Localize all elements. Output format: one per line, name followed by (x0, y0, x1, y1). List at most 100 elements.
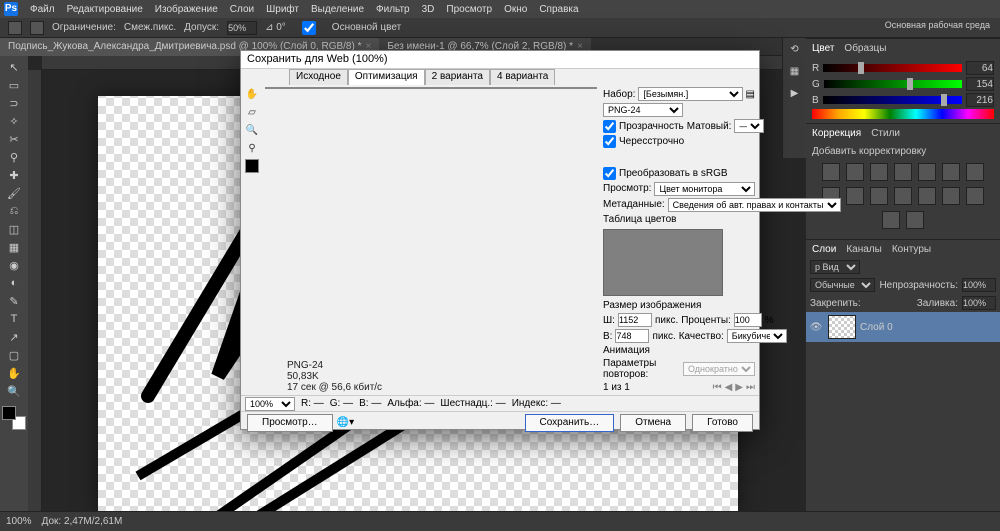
menu-item[interactable]: Изображение (155, 4, 218, 15)
preview-area[interactable] (265, 87, 597, 89)
menu-item[interactable]: 3D (422, 4, 435, 15)
tab-color[interactable]: Цвет (812, 43, 834, 54)
layer-name[interactable]: Слой 0 (860, 322, 893, 333)
matte-select[interactable]: — (734, 119, 764, 133)
color-ramp[interactable] (812, 109, 994, 119)
layer-row[interactable]: 👁 Слой 0 (806, 312, 1000, 342)
transparency-check[interactable] (603, 120, 616, 133)
preset-select[interactable]: [Безымян.] (638, 87, 742, 101)
heal-tool[interactable]: ✚ (2, 166, 26, 184)
layer-filter[interactable]: р Вид (810, 260, 860, 274)
tab-styles[interactable]: Стили (871, 128, 900, 139)
layer-thumb[interactable] (828, 315, 856, 339)
r-input[interactable] (966, 61, 994, 75)
gradient-tool[interactable]: ▦ (2, 238, 26, 256)
adj-icon[interactable] (942, 163, 960, 181)
menu-item[interactable]: Выделение (311, 4, 364, 15)
marquee-tool[interactable]: ▭ (2, 76, 26, 94)
r-slider[interactable] (823, 64, 962, 72)
tab-channels[interactable]: Каналы (846, 244, 882, 255)
visibility-icon[interactable]: 👁 (808, 322, 824, 333)
zoom-tool-icon[interactable]: 🔍 (244, 123, 260, 139)
shape-tool[interactable]: ▢ (2, 346, 26, 364)
blend-mode[interactable]: Обычные (810, 278, 875, 292)
opacity-input[interactable] (962, 278, 996, 292)
tab-paths[interactable]: Контуры (892, 244, 931, 255)
move-tool[interactable]: ↖ (2, 58, 26, 76)
eyedrop-icon[interactable]: ⚲ (244, 141, 260, 157)
play-icon[interactable]: ▶ (785, 84, 805, 104)
menu-icon[interactable]: ▤ (746, 89, 755, 100)
angle-value[interactable]: ⊿ 0° (265, 22, 286, 33)
tab-layers[interactable]: Слои (812, 244, 836, 255)
history-icon[interactable]: ⟲ (785, 40, 805, 60)
type-tool[interactable]: T (2, 310, 26, 328)
adj-icon[interactable] (870, 163, 888, 181)
slice-tool-icon[interactable]: ▱ (244, 105, 260, 121)
b-input[interactable] (966, 93, 994, 107)
adj-icon[interactable] (966, 163, 984, 181)
done-button[interactable]: Готово (692, 414, 753, 432)
adj-icon[interactable] (966, 187, 984, 205)
stamp-tool[interactable]: ⎌ (2, 202, 26, 220)
brush-tool[interactable]: 🖌 (2, 184, 26, 202)
height-input[interactable] (615, 329, 649, 343)
menu-item[interactable]: Просмотр (446, 4, 492, 15)
menu-item[interactable]: Окно (504, 4, 527, 15)
zoom-level[interactable]: 100% (6, 516, 32, 527)
adj-icon[interactable] (822, 163, 840, 181)
width-input[interactable] (618, 313, 652, 327)
quality-select[interactable]: Бикубическая (727, 329, 787, 343)
menu-item[interactable]: Слои (230, 4, 254, 15)
wand-tool[interactable]: ✧ (2, 112, 26, 130)
menu-item[interactable]: Шрифт (266, 4, 299, 15)
adj-icon[interactable] (846, 163, 864, 181)
adj-icon[interactable] (918, 187, 936, 205)
adj-icon[interactable] (894, 187, 912, 205)
tab-2up[interactable]: 2 варианта (425, 69, 490, 85)
adj-icon[interactable] (846, 187, 864, 205)
menu-item[interactable]: Фильтр (376, 4, 410, 15)
menu-item[interactable]: Файл (30, 4, 55, 15)
zoom-tool[interactable]: 🔍 (2, 382, 26, 400)
lasso-tool[interactable]: ⊃ (2, 94, 26, 112)
tab-swatches[interactable]: Образцы (844, 43, 886, 54)
adj-icon[interactable] (906, 211, 924, 229)
color-swatches[interactable] (2, 406, 26, 430)
preview-button[interactable]: Просмотр… (247, 414, 333, 432)
tab-4up[interactable]: 4 варианта (490, 69, 555, 85)
save-button[interactable]: Сохранить… (525, 414, 615, 432)
zoom-select[interactable]: 100% (245, 397, 295, 411)
g-slider[interactable] (824, 80, 962, 88)
menu-item[interactable]: Справка (539, 4, 578, 15)
adj-icon[interactable] (918, 163, 936, 181)
cancel-button[interactable]: Отмена (620, 414, 686, 432)
hand-tool-icon[interactable]: ✋ (244, 87, 260, 103)
format-select[interactable]: PNG-24 (603, 103, 683, 117)
presets-icon[interactable]: ▦ (785, 62, 805, 82)
srgb-check[interactable] (603, 167, 616, 180)
tab-optimize[interactable]: Оптимизация (348, 69, 425, 85)
tolerance-input[interactable] (227, 21, 257, 35)
adj-icon[interactable] (942, 187, 960, 205)
pct-input[interactable] (734, 313, 762, 327)
fg-color[interactable] (2, 406, 16, 420)
dodge-tool[interactable]: ◐ (2, 274, 26, 292)
fill-input[interactable] (962, 296, 996, 310)
maincolor-check[interactable] (294, 21, 324, 35)
eyedropper-tool[interactable]: ⚲ (2, 148, 26, 166)
tab-source[interactable]: Исходное (289, 69, 348, 85)
limit-value[interactable]: Смеж.пикс. (124, 22, 176, 33)
eraser-tool[interactable]: ◫ (2, 220, 26, 238)
meta-select[interactable]: Сведения об авт. правах и контакты (668, 198, 841, 212)
browser-icon[interactable]: 🌐▾ (337, 417, 354, 428)
view-select[interactable]: Цвет монитора (654, 182, 755, 196)
adj-icon[interactable] (894, 163, 912, 181)
tab-corrections[interactable]: Коррекция (812, 128, 861, 139)
b-slider[interactable] (823, 96, 962, 104)
g-input[interactable] (966, 77, 994, 91)
adj-icon[interactable] (882, 211, 900, 229)
interlace-check[interactable] (603, 135, 616, 148)
blur-tool[interactable]: ◉ (2, 256, 26, 274)
crop-tool[interactable]: ✂ (2, 130, 26, 148)
